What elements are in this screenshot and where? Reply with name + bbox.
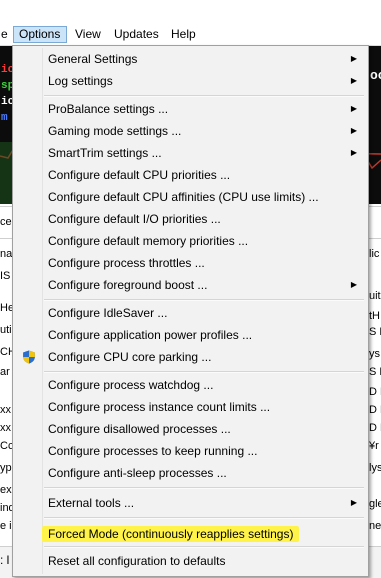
list-right-1: uit bbox=[369, 290, 381, 302]
menu-separator bbox=[44, 371, 364, 373]
menu-item-instance-count-limits[interactable]: Configure process instance count limits … bbox=[15, 396, 366, 418]
menu-item-label: Configure default memory priorities ... bbox=[48, 234, 249, 248]
menu-item-label: Configure default I/O priorities ... bbox=[48, 212, 221, 226]
menu-item-label: Reset all configuration to defaults bbox=[48, 554, 226, 568]
title-strip bbox=[0, 0, 381, 24]
list-left-6: xx bbox=[0, 404, 11, 416]
list-right-8: D E bbox=[369, 422, 381, 434]
menu-item-label: Configure IdleSaver ... bbox=[48, 306, 168, 320]
menu-item-label: Configure process watchdog ... bbox=[48, 378, 214, 392]
menu-separator bbox=[44, 299, 364, 301]
menu-item-anti-sleep[interactable]: Configure anti-sleep processes ... bbox=[15, 462, 366, 484]
menubar-item-help[interactable]: Help bbox=[166, 26, 201, 43]
uac-shield-icon bbox=[23, 350, 35, 364]
menu-item-external-tools[interactable]: External tools ... ▶ bbox=[15, 492, 366, 514]
list-right-11: gle bbox=[369, 498, 381, 510]
menubar-item-updates[interactable]: Updates bbox=[109, 26, 164, 43]
menu-separator bbox=[44, 487, 364, 489]
menubar-item-view[interactable]: View bbox=[70, 26, 106, 43]
menu-item-label: Log settings bbox=[48, 74, 113, 88]
submenu-arrow-icon: ▶ bbox=[350, 148, 357, 157]
menu-item-label: Configure disallowed processes ... bbox=[48, 422, 231, 436]
menu-separator bbox=[44, 546, 364, 548]
menu-item-smarttrim-settings[interactable]: SmartTrim settings ... ▶ bbox=[15, 142, 366, 164]
graph-label-right: oc bbox=[370, 68, 381, 83]
submenu-arrow-icon: ▶ bbox=[350, 498, 357, 507]
menu-item-label: Gaming mode settings ... bbox=[48, 124, 182, 138]
menu-item-default-memory-priorities[interactable]: Configure default memory priorities ... bbox=[15, 230, 366, 252]
tab-fragment: ce bbox=[0, 216, 12, 228]
menu-item-label: External tools ... bbox=[48, 496, 135, 510]
menu-item-disallowed-processes[interactable]: Configure disallowed processes ... bbox=[15, 418, 366, 440]
list-right-2: tH bbox=[369, 310, 380, 322]
menu-item-label: Configure default CPU affinities (CPU us… bbox=[48, 190, 319, 204]
list-right-7: D E bbox=[369, 404, 381, 416]
list-right-0: lic bbox=[369, 248, 380, 260]
menu-item-label: General Settings bbox=[48, 52, 138, 66]
list-left-0: na bbox=[0, 248, 13, 260]
menu-item-general-settings[interactable]: General Settings ▶ bbox=[15, 48, 366, 70]
submenu-arrow-icon: ▶ bbox=[350, 126, 357, 135]
menu-item-label: Configure process throttles ... bbox=[48, 256, 205, 270]
list-left-9: yp bbox=[0, 462, 12, 474]
menubar-item-options[interactable]: Options bbox=[13, 26, 67, 43]
list-right-12: ne bbox=[369, 520, 381, 532]
list-right-3: S R bbox=[369, 326, 381, 338]
graph-label-4: m bbox=[1, 112, 8, 124]
bottom-fragment: : l bbox=[0, 553, 10, 567]
menu-item-log-settings[interactable]: Log settings ▶ bbox=[15, 70, 366, 92]
menu-item-process-throttles[interactable]: Configure process throttles ... bbox=[15, 252, 366, 274]
list-left-1: IS bbox=[0, 270, 11, 282]
menu-item-application-power-profiles[interactable]: Configure application power profiles ... bbox=[15, 324, 366, 346]
menu-item-forced-mode[interactable]: Forced Mode (continuously reapplies sett… bbox=[15, 523, 366, 545]
list-left-3: uti bbox=[0, 324, 12, 336]
list-left-5: ar bbox=[0, 366, 10, 378]
menu-item-foreground-boost[interactable]: Configure foreground boost ... ▶ bbox=[15, 274, 366, 296]
menu-item-label: Configure process instance count limits … bbox=[48, 400, 271, 414]
list-right-10: lys bbox=[369, 462, 381, 474]
submenu-arrow-icon: ▶ bbox=[350, 54, 357, 63]
menu-bar: e Options View Updates Help bbox=[0, 24, 381, 46]
menu-separator bbox=[44, 95, 364, 97]
menu-item-reset-configuration[interactable]: Reset all configuration to defaults bbox=[15, 550, 366, 572]
submenu-arrow-icon: ▶ bbox=[350, 280, 357, 289]
menu-item-label: SmartTrim settings ... bbox=[48, 146, 162, 160]
menu-item-idlesaver[interactable]: Configure IdleSaver ... bbox=[15, 302, 366, 324]
list-right-9: ¥r bbox=[369, 440, 379, 452]
submenu-arrow-icon: ▶ bbox=[350, 104, 357, 113]
menu-item-default-cpu-affinities[interactable]: Configure default CPU affinities (CPU us… bbox=[15, 186, 366, 208]
menu-item-default-cpu-priorities[interactable]: Configure default CPU priorities ... bbox=[15, 164, 366, 186]
menu-item-label: Forced Mode (continuously reapplies sett… bbox=[42, 526, 300, 542]
menu-item-probalance-settings[interactable]: ProBalance settings ... ▶ bbox=[15, 98, 366, 120]
menu-item-label: Configure anti-sleep processes ... bbox=[48, 466, 227, 480]
submenu-arrow-icon: ▶ bbox=[350, 76, 357, 85]
menu-item-label: Configure CPU core parking ... bbox=[48, 350, 212, 364]
list-right-5: S M bbox=[369, 366, 381, 378]
menu-separator bbox=[44, 517, 364, 519]
list-right-6: D E bbox=[369, 386, 381, 398]
list-right-4: ys bbox=[369, 348, 380, 360]
menu-item-label: Configure application power profiles ... bbox=[48, 328, 253, 342]
menu-item-label: Configure processes to keep running ... bbox=[48, 444, 258, 458]
list-left-7: xx bbox=[0, 422, 11, 434]
menu-item-cpu-core-parking[interactable]: Configure CPU core parking ... bbox=[15, 346, 366, 368]
menubar-item-file[interactable]: e bbox=[0, 26, 13, 43]
menu-item-label: Configure default CPU priorities ... bbox=[48, 168, 231, 182]
menu-item-default-io-priorities[interactable]: Configure default I/O priorities ... bbox=[15, 208, 366, 230]
menu-item-label: ProBalance settings ... bbox=[48, 102, 169, 116]
list-left-12: e i bbox=[0, 520, 12, 532]
menu-item-gaming-mode-settings[interactable]: Gaming mode settings ... ▶ bbox=[15, 120, 366, 142]
menu-item-label: Configure foreground boost ... bbox=[48, 278, 208, 292]
options-dropdown-menu: General Settings ▶ Log settings ▶ ProBal… bbox=[12, 45, 369, 577]
menu-item-process-watchdog[interactable]: Configure process watchdog ... bbox=[15, 374, 366, 396]
menu-item-keep-running[interactable]: Configure processes to keep running ... bbox=[15, 440, 366, 462]
